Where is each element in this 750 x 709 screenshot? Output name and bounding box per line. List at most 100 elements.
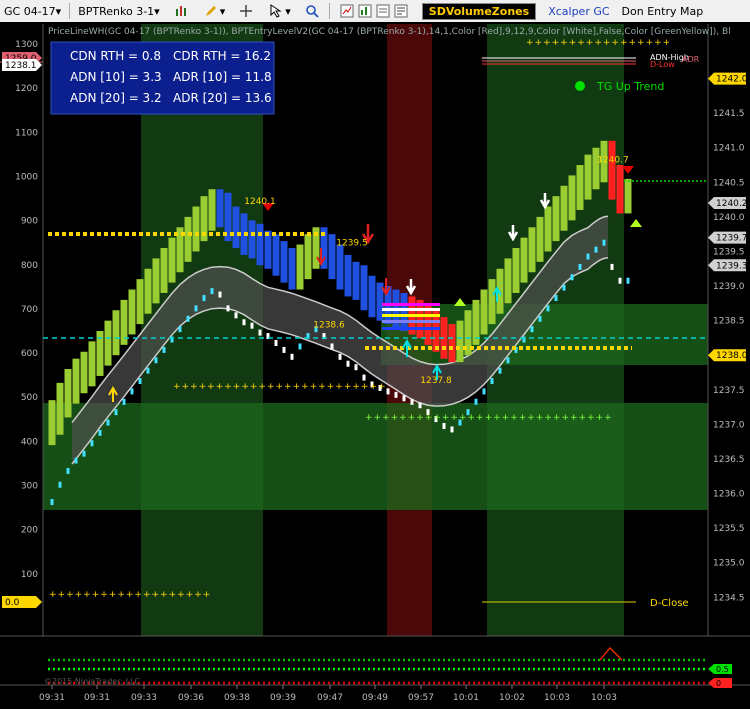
renko-bar [584,154,592,200]
time-tick-label: 09:49 [362,693,388,703]
renko-bar [520,237,528,283]
renko-bar [344,254,352,297]
properties-icon [394,4,408,18]
renko-bar [328,234,336,280]
renko-bar [480,289,488,335]
left-tick-label: 300 [21,482,38,492]
time-tick-label: 09:31 [84,693,110,703]
left-tick-label: 1300 [15,40,38,50]
renko-bar [160,248,168,293]
time-tick-label: 09:39 [270,693,296,703]
stat-adr20: ADR [20] = 13.6 [173,91,272,105]
toolbar-divider [328,3,330,19]
trend-dot [82,450,86,457]
sdvolume-button[interactable]: SDVolumeZones [418,2,540,20]
price-annotation: 1239.5 [336,238,368,248]
trend-label: TG Up Trend [596,80,664,93]
level-stack-magenta [382,303,440,306]
time-tick-label: 09:57 [408,693,434,703]
right-tick-label: 1235.5 [713,524,745,534]
cursor-tool-button[interactable]: ▾ [263,2,295,20]
trend-dot [386,388,390,395]
price-annotation: 1240.1 [244,197,276,207]
renko-bar [512,248,520,293]
xcalper-button[interactable]: Xcalper GC [544,2,613,20]
left-tick-label: 600 [21,349,38,359]
trend-dot [242,319,246,326]
trend-dot [154,357,158,364]
chevron-down-icon: ▾ [154,4,160,18]
renko-bar [552,196,560,242]
renko-bar [136,279,144,325]
plus-marker-green: +++++++++++++++++++++++++++++ [365,413,613,423]
trend-dot [282,346,286,353]
magnifier-icon [305,5,319,18]
renko-bar [616,165,624,214]
trend-dot [138,378,142,385]
left-tick-label: 200 [21,526,38,536]
renko-bar [112,310,120,356]
renko-bar [536,216,544,262]
price-annotation: 1240.7 [597,155,629,165]
trend-dot [122,398,126,405]
time-tick-label: 09:47 [317,693,343,703]
renko-bar [280,241,288,283]
trend-dot [442,422,446,429]
trend-dot [570,274,574,281]
renko-bar [488,279,496,325]
magnet-button[interactable] [233,2,259,20]
trend-dot [538,315,542,322]
bartype-selector[interactable]: BPTRenko 3-1 ▾ [74,2,164,20]
trend-dot [234,312,238,319]
price-flag-label: 1242.0 [716,75,748,85]
trend-dot [290,353,294,360]
draw-tool-button[interactable]: ▾ [198,2,230,20]
renko-bar [192,206,200,252]
renko-bar [264,230,272,269]
right-tick-label: 1238.5 [713,317,745,327]
right-tick-label: 1237.0 [713,420,745,430]
renko-bar [72,358,80,404]
renko-bar [272,234,280,276]
trend-dot [98,429,102,436]
subpanel-flag-label: 0.5 [716,665,729,674]
toolbar: GC 04-17 ▾ BPTRenko 3-1 ▾ ▾ ▾ SDVolumeZo… [0,0,750,23]
renko-bar [352,261,360,300]
trend-dot [114,409,118,416]
trend-dot [490,378,494,385]
trend-dot [58,481,62,488]
renko-bar [400,292,408,331]
stat-cdn: CDN RTH = 0.8 [70,49,161,63]
renko-bar [296,244,304,290]
left-tick-label: 800 [21,261,38,271]
chart-style-button[interactable] [168,2,194,20]
renko-bar [232,206,240,249]
right-tick-label: 1239.0 [713,282,745,292]
right-tick-label: 1241.5 [713,109,745,119]
left-tick-label: 900 [21,217,38,227]
trend-dot [106,419,110,426]
legend-tag: ADR [682,55,700,64]
don-entry-button[interactable]: Don Entry Map [618,2,708,20]
zoom-button[interactable] [299,2,325,20]
chevron-down-icon: ▾ [219,4,226,18]
right-tick-label: 1236.5 [713,455,745,465]
indicators-button[interactable] [334,2,414,20]
price-chart[interactable]: 1300120011001000900800700600500400300200… [0,22,750,709]
level-stack-white [382,308,440,311]
price-flag-label: 1239.3 [716,261,748,271]
trend-dot [410,398,414,405]
instrument-label: GC 04-17 [4,4,56,18]
sdvolume-label: SDVolumeZones [421,2,537,20]
trend-dot [130,388,134,395]
instrument-selector[interactable]: GC 04-17 ▾ [0,2,65,20]
trend-status-dot [575,81,585,91]
level-stack-blue [382,320,440,323]
right-tick-label: 1236.0 [713,490,745,500]
renko-bar [144,268,152,314]
renko-bar [256,223,264,266]
renko-bar [336,244,344,290]
renko-bar [528,227,536,273]
left-tick-label: 100 [21,570,38,580]
time-tick-label: 09:36 [178,693,204,703]
